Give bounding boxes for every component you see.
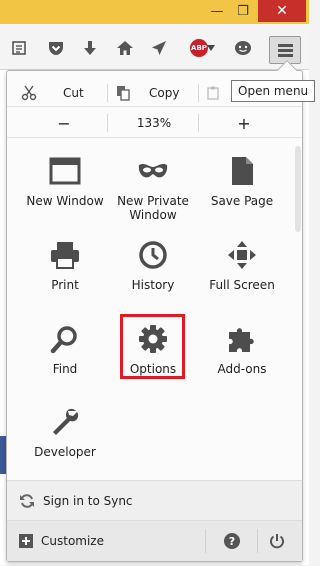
save-page-label: Save Page	[210, 194, 274, 208]
sign-in-to-sync-button[interactable]: Sign in to Sync	[19, 481, 133, 521]
new-window-button[interactable]: New Window	[20, 154, 110, 208]
paste-icon	[207, 86, 223, 100]
scrollbar[interactable]	[295, 146, 301, 232]
zoom-separator	[107, 114, 108, 132]
sync-footer: Sign in to Sync	[7, 480, 302, 520]
footer-separator	[205, 529, 206, 553]
cut-button[interactable]: Cut	[21, 78, 84, 107]
power-icon	[269, 533, 285, 549]
mask-icon	[136, 154, 170, 188]
developer-label: Developer	[34, 445, 96, 459]
cut-label: Cut	[63, 85, 84, 100]
print-button[interactable]: Print	[20, 238, 110, 292]
paste-button[interactable]	[207, 78, 223, 107]
developer-button[interactable]: Developer	[20, 405, 110, 459]
quit-button[interactable]	[267, 521, 287, 561]
copy-label: Copy	[149, 85, 180, 100]
find-label: Find	[52, 362, 78, 376]
customize-footer: Customize ?	[7, 520, 302, 561]
full-screen-icon	[225, 238, 259, 272]
magnifier-icon	[48, 322, 82, 356]
close-window-button[interactable]: ✕	[258, 0, 306, 22]
sync-icon	[19, 493, 35, 509]
puzzle-piece-icon	[225, 322, 259, 356]
full-screen-button[interactable]: Full Screen	[197, 238, 287, 292]
addons-label: Add-ons	[217, 362, 267, 376]
plus-square-icon	[19, 534, 33, 548]
new-window-label: New Window	[26, 194, 104, 208]
chat-icon[interactable]	[232, 37, 254, 59]
open-menu-button[interactable]	[269, 36, 301, 64]
titlebar: — ❐ ✕	[0, 0, 309, 24]
edit-separator	[198, 84, 199, 102]
hamburger-bar	[278, 49, 293, 52]
window-icon	[48, 154, 82, 188]
zoom-in-button[interactable]: +	[207, 108, 281, 138]
hamburger-bar	[278, 44, 293, 47]
new-private-window-button[interactable]: New Private Window	[108, 154, 198, 222]
restore-button[interactable]: ❐	[230, 0, 256, 22]
options-highlight-box	[120, 314, 185, 379]
customize-label: Customize	[41, 534, 104, 548]
pocket-icon[interactable]	[45, 37, 67, 59]
sign-in-label: Sign in to Sync	[43, 494, 133, 508]
help-button[interactable]: ?	[222, 521, 242, 561]
hamburger-bar	[278, 54, 293, 57]
customize-button[interactable]: Customize	[19, 521, 104, 561]
download-icon[interactable]	[79, 37, 101, 59]
wrench-icon	[48, 405, 82, 439]
addons-button[interactable]: Add-ons	[197, 322, 287, 376]
share-icon[interactable]	[148, 37, 170, 59]
scissors-icon	[21, 85, 41, 101]
copy-button[interactable]: Copy	[115, 78, 179, 107]
help-icon: ?	[224, 533, 240, 549]
zoom-out-button[interactable]: −	[27, 108, 101, 138]
zoom-reset-button[interactable]: 133%	[109, 108, 199, 138]
open-menu-tooltip: Open menu	[231, 80, 316, 102]
new-private-window-label: New Private Window	[117, 194, 189, 222]
save-page-icon	[225, 154, 259, 188]
zoom-controls: − 133% +	[7, 108, 302, 138]
copy-icon	[115, 85, 135, 101]
edit-separator	[107, 84, 108, 102]
zoom-separator	[198, 114, 199, 132]
footer-separator	[257, 529, 258, 553]
home-icon[interactable]	[114, 37, 136, 59]
reader-list-icon[interactable]	[8, 37, 30, 59]
minimize-button[interactable]: —	[204, 0, 230, 22]
save-page-button[interactable]: Save Page	[197, 154, 287, 208]
printer-icon	[48, 238, 82, 272]
chevron-down-icon[interactable]	[205, 37, 217, 59]
clock-icon	[136, 238, 170, 272]
history-button[interactable]: History	[108, 238, 198, 292]
history-label: History	[131, 278, 175, 292]
full-screen-label: Full Screen	[209, 278, 275, 292]
find-button[interactable]: Find	[20, 322, 110, 376]
navigation-toolbar: ABP	[0, 24, 309, 70]
print-label: Print	[51, 278, 79, 292]
